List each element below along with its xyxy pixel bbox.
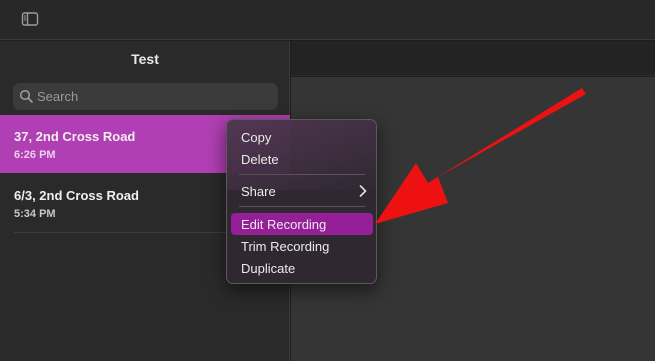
- recording-time: 6:26 PM: [14, 149, 56, 161]
- menu-item-share[interactable]: Share: [231, 180, 373, 202]
- folder-title: Test: [131, 51, 159, 67]
- menu-separator: [239, 174, 365, 175]
- search-icon: [19, 89, 33, 103]
- chevron-right-icon: [359, 185, 367, 197]
- recording-title: 37, 2nd Cross Road: [14, 129, 136, 144]
- window-toolbar: [0, 0, 655, 40]
- menu-item-label: Share: [241, 184, 276, 199]
- recording-time: 5:34 PM: [14, 208, 56, 220]
- red-arrow-annotation: [375, 88, 586, 224]
- detail-header: [291, 41, 655, 76]
- menu-item-label: Duplicate: [241, 261, 296, 276]
- menu-item-label: Delete: [241, 152, 279, 167]
- menu-item-copy[interactable]: Copy: [231, 126, 373, 148]
- sidebar-toggle-icon[interactable]: [21, 11, 39, 27]
- menu-separator: [239, 206, 365, 207]
- search-field[interactable]: [13, 83, 278, 110]
- menu-item-trim-recording[interactable]: Trim Recording: [231, 235, 373, 257]
- search-input[interactable]: [37, 83, 272, 110]
- menu-item-label: Edit Recording: [241, 217, 327, 232]
- menu-item-edit-recording[interactable]: Edit Recording: [231, 213, 373, 235]
- menu-item-delete[interactable]: Delete: [231, 148, 373, 170]
- menu-item-label: Trim Recording: [241, 239, 330, 254]
- recording-title: 6/3, 2nd Cross Road: [14, 188, 139, 203]
- context-menu: Copy Delete Share Edit Recording Trim Re…: [226, 119, 377, 284]
- menu-item-label: Copy: [241, 130, 272, 145]
- menu-item-duplicate[interactable]: Duplicate: [231, 257, 373, 279]
